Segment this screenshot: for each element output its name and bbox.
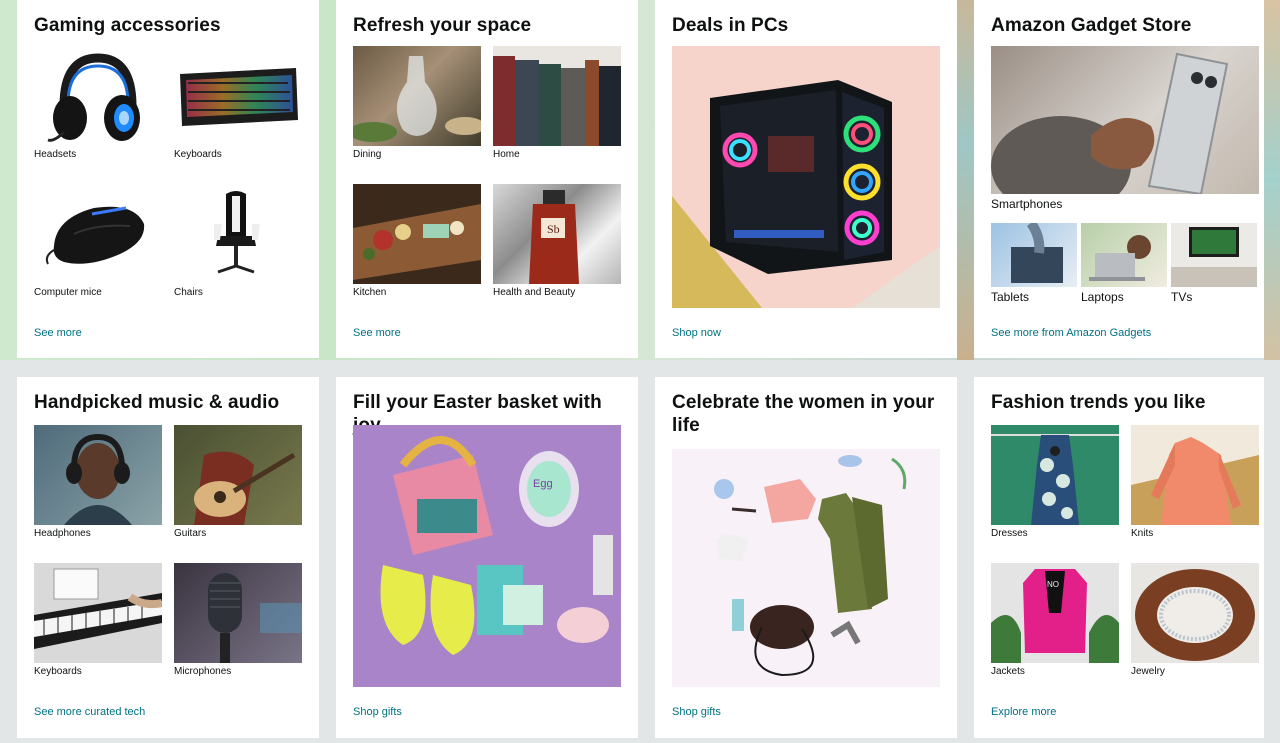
headphones-icon bbox=[64, 433, 132, 525]
category-label: TVs bbox=[1171, 290, 1193, 304]
category-label: Jewelry bbox=[1131, 666, 1165, 677]
tablet-icon bbox=[1011, 223, 1063, 283]
category-label: Keyboards bbox=[174, 149, 222, 160]
category-tile-tvs[interactable]: TVs bbox=[1171, 223, 1257, 304]
jewelry-icon bbox=[1135, 569, 1255, 661]
laptop-icon bbox=[1089, 235, 1151, 281]
hanging-textiles-icon bbox=[493, 56, 621, 146]
category-tile-headphones[interactable]: Headphones bbox=[34, 425, 162, 540]
easter-gifts-icon: Egg bbox=[353, 425, 621, 687]
card-title: Handpicked music & audio bbox=[34, 392, 280, 413]
dress-icon bbox=[991, 434, 1119, 525]
card-title: Deals in PCs bbox=[672, 15, 789, 36]
category-tile-jewelry[interactable]: Jewelry bbox=[1131, 563, 1259, 678]
keyboard-icon bbox=[180, 68, 298, 126]
category-tile-tablets[interactable]: Tablets bbox=[991, 223, 1077, 304]
shop-gifts-link[interactable]: Shop gifts bbox=[672, 706, 721, 718]
see-more-curated-tech-link[interactable]: See more curated tech bbox=[34, 706, 145, 718]
chair-icon bbox=[214, 191, 260, 274]
tv-icon bbox=[1171, 227, 1257, 287]
category-label: Jackets bbox=[991, 666, 1025, 677]
carafe-icon bbox=[353, 56, 481, 142]
headset-icon bbox=[47, 53, 140, 142]
category-label: Computer mice bbox=[34, 287, 102, 298]
category-tile-dining[interactable]: Dining bbox=[353, 46, 481, 161]
smartphones-label: Smartphones bbox=[991, 197, 1063, 211]
category-label: Knits bbox=[1131, 528, 1154, 539]
womens-gifts-icon bbox=[672, 449, 940, 687]
piano-icon bbox=[34, 568, 162, 649]
svg-text:Sb: Sb bbox=[547, 222, 560, 236]
category-tile-computer-mice[interactable]: Computer mice bbox=[34, 184, 162, 299]
category-tile-jackets[interactable]: NO Jackets bbox=[991, 563, 1119, 678]
microphone-icon bbox=[208, 573, 302, 663]
card-title: Amazon Gadget Store bbox=[991, 15, 1192, 36]
gaming-pc-icon bbox=[672, 80, 940, 308]
category-tile-keyboards[interactable]: Keyboards bbox=[34, 563, 162, 678]
smartphone-icon bbox=[991, 52, 1229, 194]
category-label: Home bbox=[493, 149, 520, 160]
card-amazon-gadget-store: Amazon Gadget Store Smartphones Tablets bbox=[974, 0, 1264, 358]
knit-sweater-icon bbox=[1131, 425, 1259, 525]
see-more-link[interactable]: See more bbox=[34, 327, 82, 339]
jacket-icon: NO bbox=[991, 569, 1119, 663]
smartphones-image[interactable] bbox=[991, 46, 1259, 194]
category-label: Kitchen bbox=[353, 287, 387, 298]
category-label: Dresses bbox=[991, 528, 1028, 539]
pc-deals-image[interactable] bbox=[672, 46, 940, 308]
shop-gifts-link[interactable]: Shop gifts bbox=[353, 706, 402, 718]
card-refresh-your-space: Refresh your space Dining Home Kitchen S… bbox=[336, 0, 638, 358]
card-title: Refresh your space bbox=[353, 15, 532, 36]
charcuterie-icon bbox=[353, 204, 481, 280]
category-tile-knits[interactable]: Knits bbox=[1131, 425, 1259, 540]
womens-gifts-image[interactable] bbox=[672, 449, 940, 687]
category-tile-headsets[interactable]: Headsets bbox=[34, 46, 162, 161]
category-label: Health and Beauty bbox=[493, 287, 576, 298]
explore-more-link[interactable]: Explore more bbox=[991, 706, 1056, 718]
card-celebrate-women: Celebrate the women in your life Shop gi… bbox=[655, 377, 957, 738]
category-tile-chairs[interactable]: Chairs bbox=[174, 184, 302, 299]
category-tile-keyboards[interactable]: Keyboards bbox=[174, 46, 302, 161]
soap-bottle-icon: Sb bbox=[529, 190, 579, 284]
category-label: Chairs bbox=[174, 287, 203, 298]
category-tile-laptops[interactable]: Laptops bbox=[1081, 223, 1167, 304]
category-label: Tablets bbox=[991, 290, 1030, 304]
mouse-icon bbox=[45, 206, 145, 265]
category-tile-microphones[interactable]: Microphones bbox=[174, 563, 302, 678]
see-more-gadgets-link[interactable]: See more from Amazon Gadgets bbox=[991, 327, 1151, 339]
card-fashion-trends: Fashion trends you like Dresses Knits NO… bbox=[974, 377, 1264, 738]
card-title: Fashion trends you like bbox=[991, 392, 1206, 413]
shop-now-link[interactable]: Shop now bbox=[672, 327, 721, 339]
category-tile-health-beauty[interactable]: Sb Health and Beauty bbox=[493, 184, 621, 299]
category-tile-kitchen[interactable]: Kitchen bbox=[353, 184, 481, 299]
guitar-icon bbox=[174, 425, 302, 525]
category-label: Headphones bbox=[34, 528, 91, 539]
card-deals-in-pcs: Deals in PCs Shop now bbox=[655, 0, 957, 358]
svg-text:Egg: Egg bbox=[533, 478, 553, 490]
category-label: Keyboards bbox=[34, 666, 82, 677]
card-title: Celebrate the women in your life bbox=[672, 392, 935, 436]
easter-gifts-image[interactable]: Egg bbox=[353, 425, 621, 687]
category-tile-home[interactable]: Home bbox=[493, 46, 621, 161]
category-tile-guitars[interactable]: Guitars bbox=[174, 425, 302, 540]
card-gaming-accessories: Gaming accessories Headsets Keyboards Co… bbox=[17, 0, 319, 358]
category-label: Laptops bbox=[1081, 290, 1124, 304]
card-music-audio: Handpicked music & audio Headphones Guit… bbox=[17, 377, 319, 738]
card-title: Gaming accessories bbox=[34, 15, 221, 36]
category-label: Guitars bbox=[174, 528, 207, 539]
category-label: Microphones bbox=[174, 666, 232, 677]
category-label: Dining bbox=[353, 149, 382, 160]
category-label: Headsets bbox=[34, 149, 77, 160]
category-tile-dresses[interactable]: Dresses bbox=[991, 425, 1119, 540]
card-easter-basket: Fill your Easter basket with joy Egg Sho… bbox=[336, 377, 638, 738]
see-more-link[interactable]: See more bbox=[353, 327, 401, 339]
svg-text:NO: NO bbox=[1047, 580, 1059, 589]
